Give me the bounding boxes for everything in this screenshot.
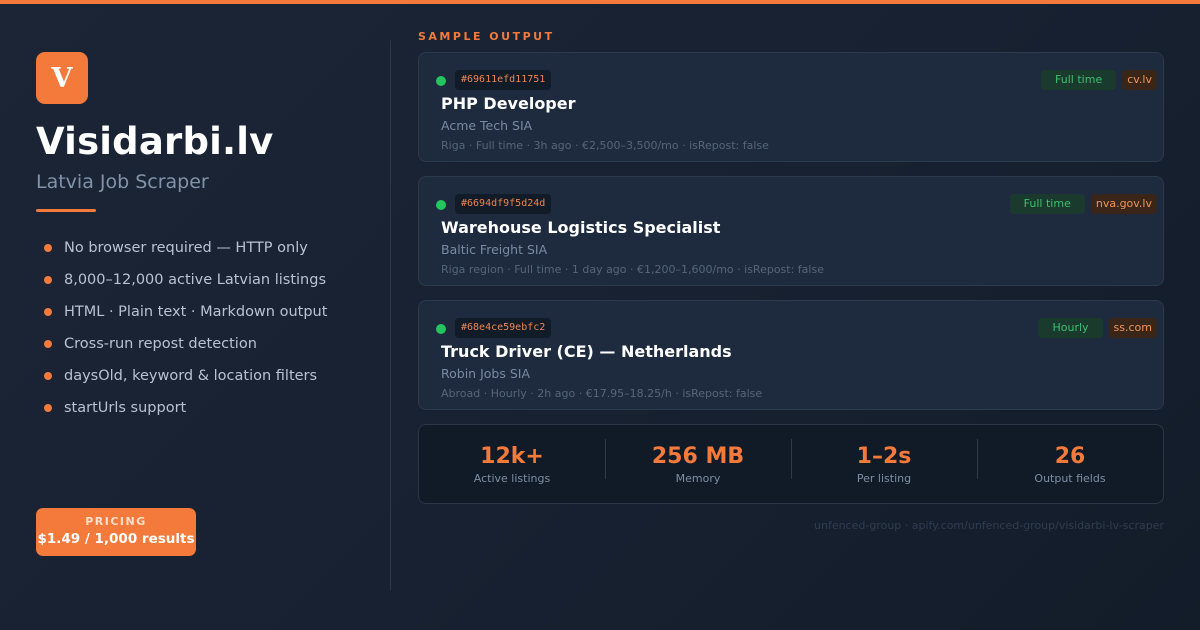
status-dot-icon — [436, 76, 446, 86]
employment-type-badge: Hourly — [1038, 318, 1103, 338]
stat-item: 26 Output fields — [977, 438, 1163, 485]
page-title: Visidarbi.lv — [36, 120, 274, 163]
source-badge: nva.gov.lv — [1090, 194, 1157, 214]
job-card: #69611efd11751 PHP Developer Acme Tech S… — [418, 52, 1164, 162]
stat-item: 256 MB Memory — [605, 438, 791, 485]
stat-value: 26 — [1054, 443, 1086, 469]
brand-panel: V Visidarbi.lv Latvia Job Scraper No bro… — [36, 52, 376, 424]
bullet-icon — [44, 308, 52, 316]
stat-value: 1–2s — [856, 443, 912, 469]
job-id: #69611efd11751 — [455, 70, 552, 90]
stats-bar: 12k+ Active listings 256 MB Memory 1–2s … — [418, 424, 1164, 504]
pricing-label: PRICING — [85, 515, 147, 528]
stat-item: 1–2s Per listing — [791, 438, 977, 485]
logo: V — [36, 52, 88, 104]
panel-divider — [390, 40, 391, 590]
feature-text: daysOld, keyword & location filters — [64, 368, 318, 384]
bullet-icon — [44, 340, 52, 348]
feature-list: No browser required — HTTP only 8,000–12… — [36, 232, 376, 424]
job-card: #68e4ce59ebfc2 Truck Driver (CE) — Nethe… — [418, 300, 1164, 410]
job-badges: Full time nva.gov.lv — [1009, 194, 1157, 214]
pricing-badge: PRICING $1.49 / 1,000 results — [36, 508, 196, 556]
feature-item: HTML · Plain text · Markdown output — [36, 296, 376, 328]
stat-label: Active listings — [473, 471, 551, 485]
feature-text: 8,000–12,000 active Latvian listings — [64, 272, 327, 288]
bullet-icon — [44, 404, 52, 412]
stat-label: Per listing — [856, 471, 912, 485]
pricing-value: $1.49 / 1,000 results — [37, 531, 195, 547]
feature-item: No browser required — HTTP only — [36, 232, 376, 264]
bullet-icon — [44, 372, 52, 380]
employment-type-badge: Full time — [1009, 194, 1085, 214]
job-title: Truck Driver (CE) — Netherlands — [441, 342, 732, 361]
page-subtitle: Latvia Job Scraper — [36, 171, 209, 193]
stat-label: Memory — [675, 471, 721, 485]
feature-text: No browser required — HTTP only — [64, 240, 308, 256]
feature-item: Cross-run repost detection — [36, 328, 376, 360]
feature-item: daysOld, keyword & location filters — [36, 360, 376, 392]
bullet-icon — [44, 244, 52, 252]
job-card: #6694df9f5d24d Warehouse Logistics Speci… — [418, 176, 1164, 286]
stat-value: 12k+ — [480, 443, 544, 469]
stat-label: Output fields — [1034, 471, 1106, 485]
status-dot-icon — [436, 200, 446, 210]
job-badges: Hourly ss.com — [1038, 318, 1157, 338]
employment-type-badge: Full time — [1041, 70, 1117, 90]
job-title: PHP Developer — [441, 94, 576, 113]
job-title: Warehouse Logistics Specialist — [441, 218, 721, 237]
job-id: #68e4ce59ebfc2 — [455, 318, 552, 338]
job-company: Baltic Freight SIA — [441, 242, 548, 257]
top-accent-bar — [0, 0, 1200, 4]
feature-item: 8,000–12,000 active Latvian listings — [36, 264, 376, 296]
job-company: Robin Jobs SIA — [441, 366, 531, 381]
bullet-icon — [44, 276, 52, 284]
source-badge: cv.lv — [1122, 70, 1157, 90]
job-badges: Full time cv.lv — [1041, 70, 1157, 90]
section-label: SAMPLE OUTPUT — [418, 30, 555, 43]
job-meta: Riga region · Full time · 1 day ago · €1… — [441, 263, 824, 276]
job-id: #6694df9f5d24d — [455, 194, 552, 214]
status-dot-icon — [436, 324, 446, 334]
feature-text: Cross-run repost detection — [64, 336, 257, 352]
job-meta: Abroad · Hourly · 2h ago · €17.95–18.25/… — [441, 387, 763, 400]
stat-item: 12k+ Active listings — [419, 444, 605, 485]
feature-item: startUrls support — [36, 392, 376, 424]
job-company: Acme Tech SIA — [441, 118, 533, 133]
title-underline — [36, 209, 96, 212]
stat-value: 256 MB — [651, 443, 745, 469]
footer-credit: unfenced-group · apify.com/unfenced-grou… — [814, 519, 1164, 532]
feature-text: HTML · Plain text · Markdown output — [64, 304, 328, 320]
source-badge: ss.com — [1108, 318, 1157, 338]
feature-text: startUrls support — [64, 400, 187, 416]
job-meta: Riga · Full time · 3h ago · €2,500–3,500… — [441, 139, 769, 152]
